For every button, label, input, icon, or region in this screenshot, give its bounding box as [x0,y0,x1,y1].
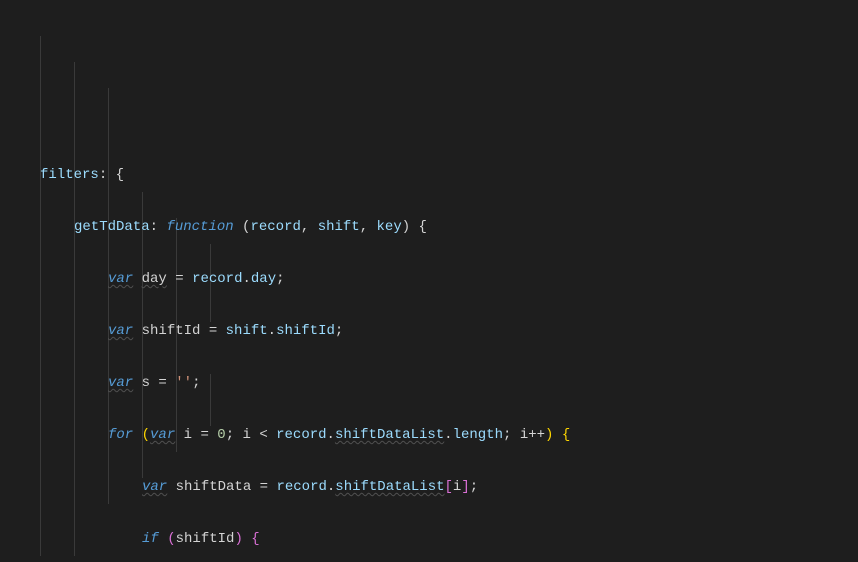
code-content: filters: { getTdData: function (record, … [0,32,858,562]
tok-filters: filters [40,167,99,183]
tok-getTdData: getTdData [74,219,150,235]
code-editor[interactable]: filters: { getTdData: function (record, … [0,0,858,562]
code-line: var shiftId = shift.shiftId; [0,318,858,344]
code-line: if (shiftId) { [0,526,858,552]
code-line: getTdData: function (record, shift, key)… [0,214,858,240]
code-line: filters: { [0,162,858,188]
code-line: var s = ''; [0,370,858,396]
code-line: for (var i = 0; i < record.shiftDataList… [0,422,858,448]
code-line: var shiftData = record.shiftDataList[i]; [0,474,858,500]
code-line: var day = record.day; [0,266,858,292]
